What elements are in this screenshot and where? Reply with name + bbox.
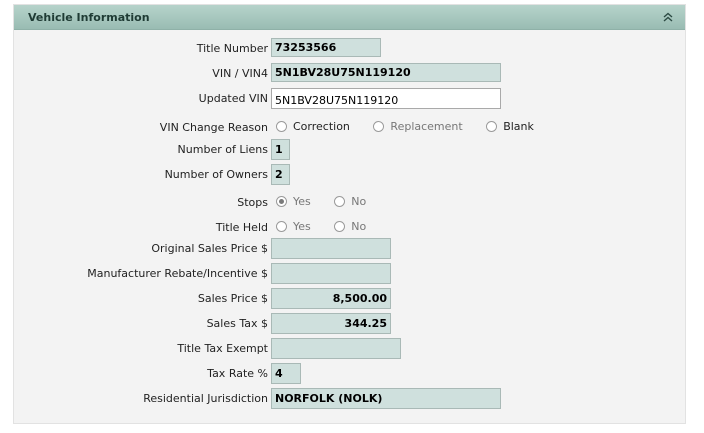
residential-jurisdiction-label: Residential Jurisdiction [143,392,268,405]
original-sales-price-label: Original Sales Price $ [151,242,268,255]
sales-price-label: Sales Price $ [197,292,268,305]
vin-change-reason-options: Correction Replacement Blank [276,120,534,133]
row-title-number: Title Number 73253566 [14,38,685,60]
number-of-owners-value: 2 [271,164,290,185]
row-sales-tax: Sales Tax $ 344.25 [14,313,685,335]
row-manufacturer-rebate: Manufacturer Rebate/Incentive $ [14,263,685,285]
row-number-of-owners: Number of Owners 2 [14,164,685,186]
radio-title-held-no[interactable]: No [334,220,366,233]
row-original-sales-price: Original Sales Price $ [14,238,685,260]
panel-header[interactable]: Vehicle Information [14,5,685,30]
row-stops: Stops Yes No [14,192,685,214]
radio-title-held-yes-label: Yes [293,220,311,233]
radio-title-held-no-circle[interactable] [334,221,346,232]
title-number-value: 73253566 [271,38,381,57]
title-held-label: Title Held [215,221,268,234]
vin-value: 5N1BV28U75N119120 [271,63,501,82]
radio-correction-circle[interactable] [276,121,287,132]
radio-title-held-no-label: No [351,220,367,233]
double-chevron-up-icon[interactable] [661,10,675,24]
radio-blank[interactable]: Blank [486,120,534,133]
residential-jurisdiction-value: NORFOLK (NOLK) [271,388,501,409]
sales-price-value: 8,500.00 [271,288,391,309]
row-title-tax-exempt: Title Tax Exempt [14,338,685,360]
title-tax-exempt-value [271,338,401,359]
radio-blank-label: Blank [503,120,534,133]
panel-title: Vehicle Information [28,11,150,24]
radio-stops-yes[interactable]: Yes [276,195,311,208]
vin-change-reason-label: VIN Change Reason [159,121,268,134]
radio-stops-yes-circle[interactable] [276,196,287,207]
row-title-held: Title Held Yes No [14,217,685,239]
radio-title-held-yes-circle[interactable] [276,221,287,232]
row-sales-price: Sales Price $ 8,500.00 [14,288,685,310]
number-of-liens-label: Number of Liens [177,143,268,156]
updated-vin-input[interactable] [271,88,501,109]
row-number-of-liens: Number of Liens 1 [14,139,685,161]
row-updated-vin: Updated VIN [14,88,685,110]
radio-title-held-yes[interactable]: Yes [276,220,311,233]
title-tax-exempt-label: Title Tax Exempt [177,342,268,355]
vin-label: VIN / VIN4 [212,67,268,80]
vehicle-information-panel: Vehicle Information Title Number 7325356… [13,4,686,424]
radio-stops-no-circle[interactable] [334,196,346,207]
tax-rate-label: Tax Rate % [207,367,268,380]
radio-correction-label: Correction [293,120,350,133]
row-vin: VIN / VIN4 5N1BV28U75N119120 [14,63,685,85]
radio-correction[interactable]: Correction [276,120,350,133]
radio-replacement[interactable]: Replacement [373,120,463,133]
row-vin-change-reason: VIN Change Reason Correction Replacement… [14,117,685,139]
title-held-options: Yes No [276,220,366,233]
title-number-label: Title Number [196,42,268,55]
radio-blank-circle[interactable] [486,121,498,132]
radio-replacement-label: Replacement [390,120,463,133]
updated-vin-label: Updated VIN [198,92,268,105]
radio-stops-no[interactable]: No [334,195,366,208]
original-sales-price-value [271,238,391,259]
manufacturer-rebate-label: Manufacturer Rebate/Incentive $ [87,267,268,280]
stops-label: Stops [237,196,268,209]
radio-stops-yes-label: Yes [293,195,311,208]
row-tax-rate: Tax Rate % 4 [14,363,685,385]
radio-stops-no-label: No [351,195,367,208]
radio-replacement-circle[interactable] [373,121,385,132]
sales-tax-label: Sales Tax $ [206,317,268,330]
sales-tax-value: 344.25 [271,313,391,334]
number-of-owners-label: Number of Owners [164,168,268,181]
manufacturer-rebate-value [271,263,391,284]
tax-rate-value: 4 [271,363,301,384]
stops-options: Yes No [276,195,366,208]
row-residential-jurisdiction: Residential Jurisdiction NORFOLK (NOLK) [14,388,685,410]
number-of-liens-value: 1 [271,139,290,160]
